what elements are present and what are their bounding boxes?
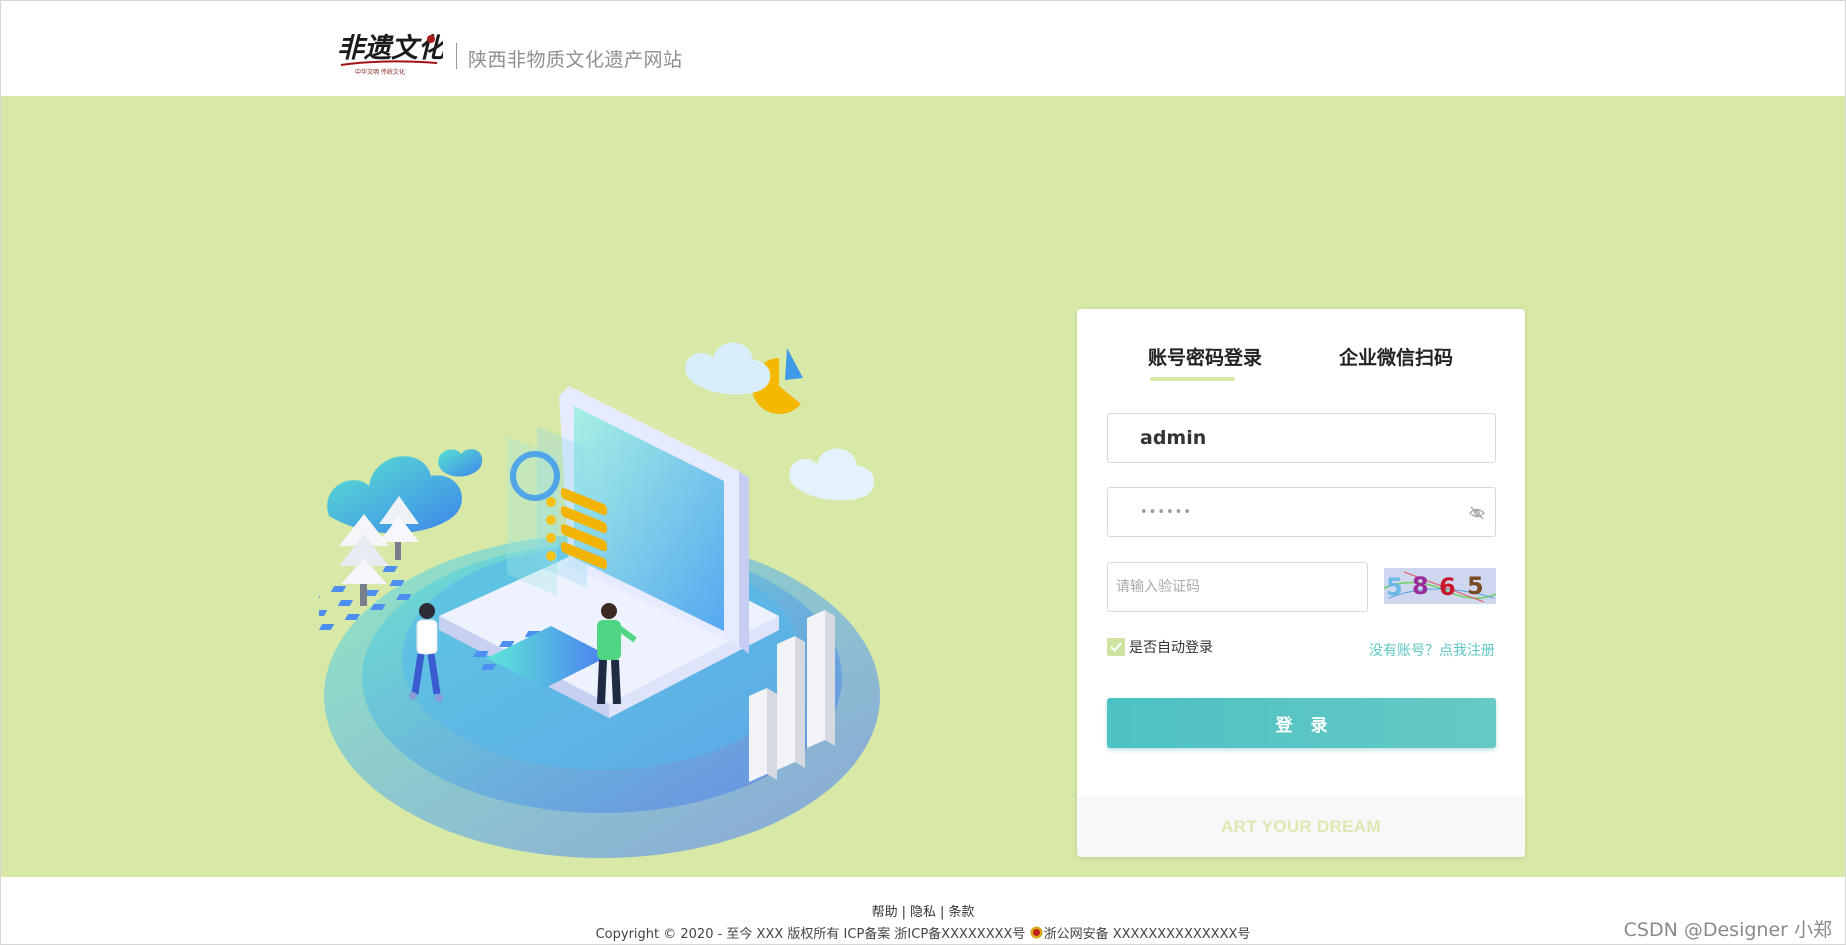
police-badge-icon [1030,926,1043,939]
captcha-image[interactable]: 5 8 6 5 [1384,568,1496,604]
site-header: 非遗文化 中华文明 传统文化 陕西非物质文化遗产网站 [0,0,1846,96]
login-button[interactable]: 登录 [1107,698,1496,748]
active-tab-indicator [1150,377,1235,381]
logo-subtext: 中华文明 传统文化 [355,68,405,76]
site-title: 陕西非物质文化遗产网站 [468,49,683,71]
footer-link-terms[interactable]: 条款 [948,905,974,920]
auto-login-label: 是否自动登录 [1129,640,1213,656]
auto-login-checkbox[interactable]: 是否自动登录 [1107,637,1213,657]
site-footer: 帮助 | 隐私 | 条款 Copyright © 2020 - 至今 XXX 版权所有 … [0,877,1846,945]
tab-account-login[interactable]: 账号密码登录 [1148,343,1262,370]
logo-text: 非遗文化 [337,33,443,64]
hero-section: 账号密码登录 企业微信扫码 5 8 6 5 [0,96,1846,877]
checkmark-icon[interactable] [1107,638,1125,656]
tab-wechat-scan[interactable]: 企业微信扫码 [1339,343,1453,370]
captcha-char-1: 5 [1386,573,1403,601]
captcha-char-4: 5 [1467,572,1484,600]
captcha-char-2: 8 [1412,572,1429,600]
login-card: 账号密码登录 企业微信扫码 5 8 6 5 [1077,309,1525,857]
captcha-char-3: 6 [1439,573,1456,601]
eye-slash-icon[interactable] [1469,505,1485,520]
card-footer: ART YOUR DREAM [1077,797,1525,857]
captcha-input[interactable] [1107,562,1368,612]
footer-separator: | [940,905,945,920]
footer-separator: | [901,905,906,920]
footer-link-help[interactable]: 帮助 [872,905,898,920]
footer-links: 帮助 | 隐私 | 条款 [1,901,1845,920]
hero-illustration [319,342,880,858]
footer-link-privacy[interactable]: 隐私 [910,905,936,920]
username-input[interactable] [1107,413,1496,463]
watermark: CSDN @Designer 小郑 [1623,919,1832,941]
site-logo[interactable]: 非遗文化 中华文明 传统文化 [335,27,449,81]
logo-divider [456,43,457,69]
police-record-text[interactable]: 浙公网安备 XXXXXXXXXXXXXX号 [1044,927,1251,942]
copyright-text: Copyright © 2020 - 至今 XXX 版权所有 ICP备案 浙IC… [595,927,1026,942]
register-link[interactable]: 没有账号？点我注册 [1369,640,1495,660]
password-input[interactable] [1107,487,1496,537]
slogan-text: ART YOUR DREAM [1221,817,1381,836]
copyright-line: Copyright © 2020 - 至今 XXX 版权所有 ICP备案 浙IC… [1,923,1845,942]
